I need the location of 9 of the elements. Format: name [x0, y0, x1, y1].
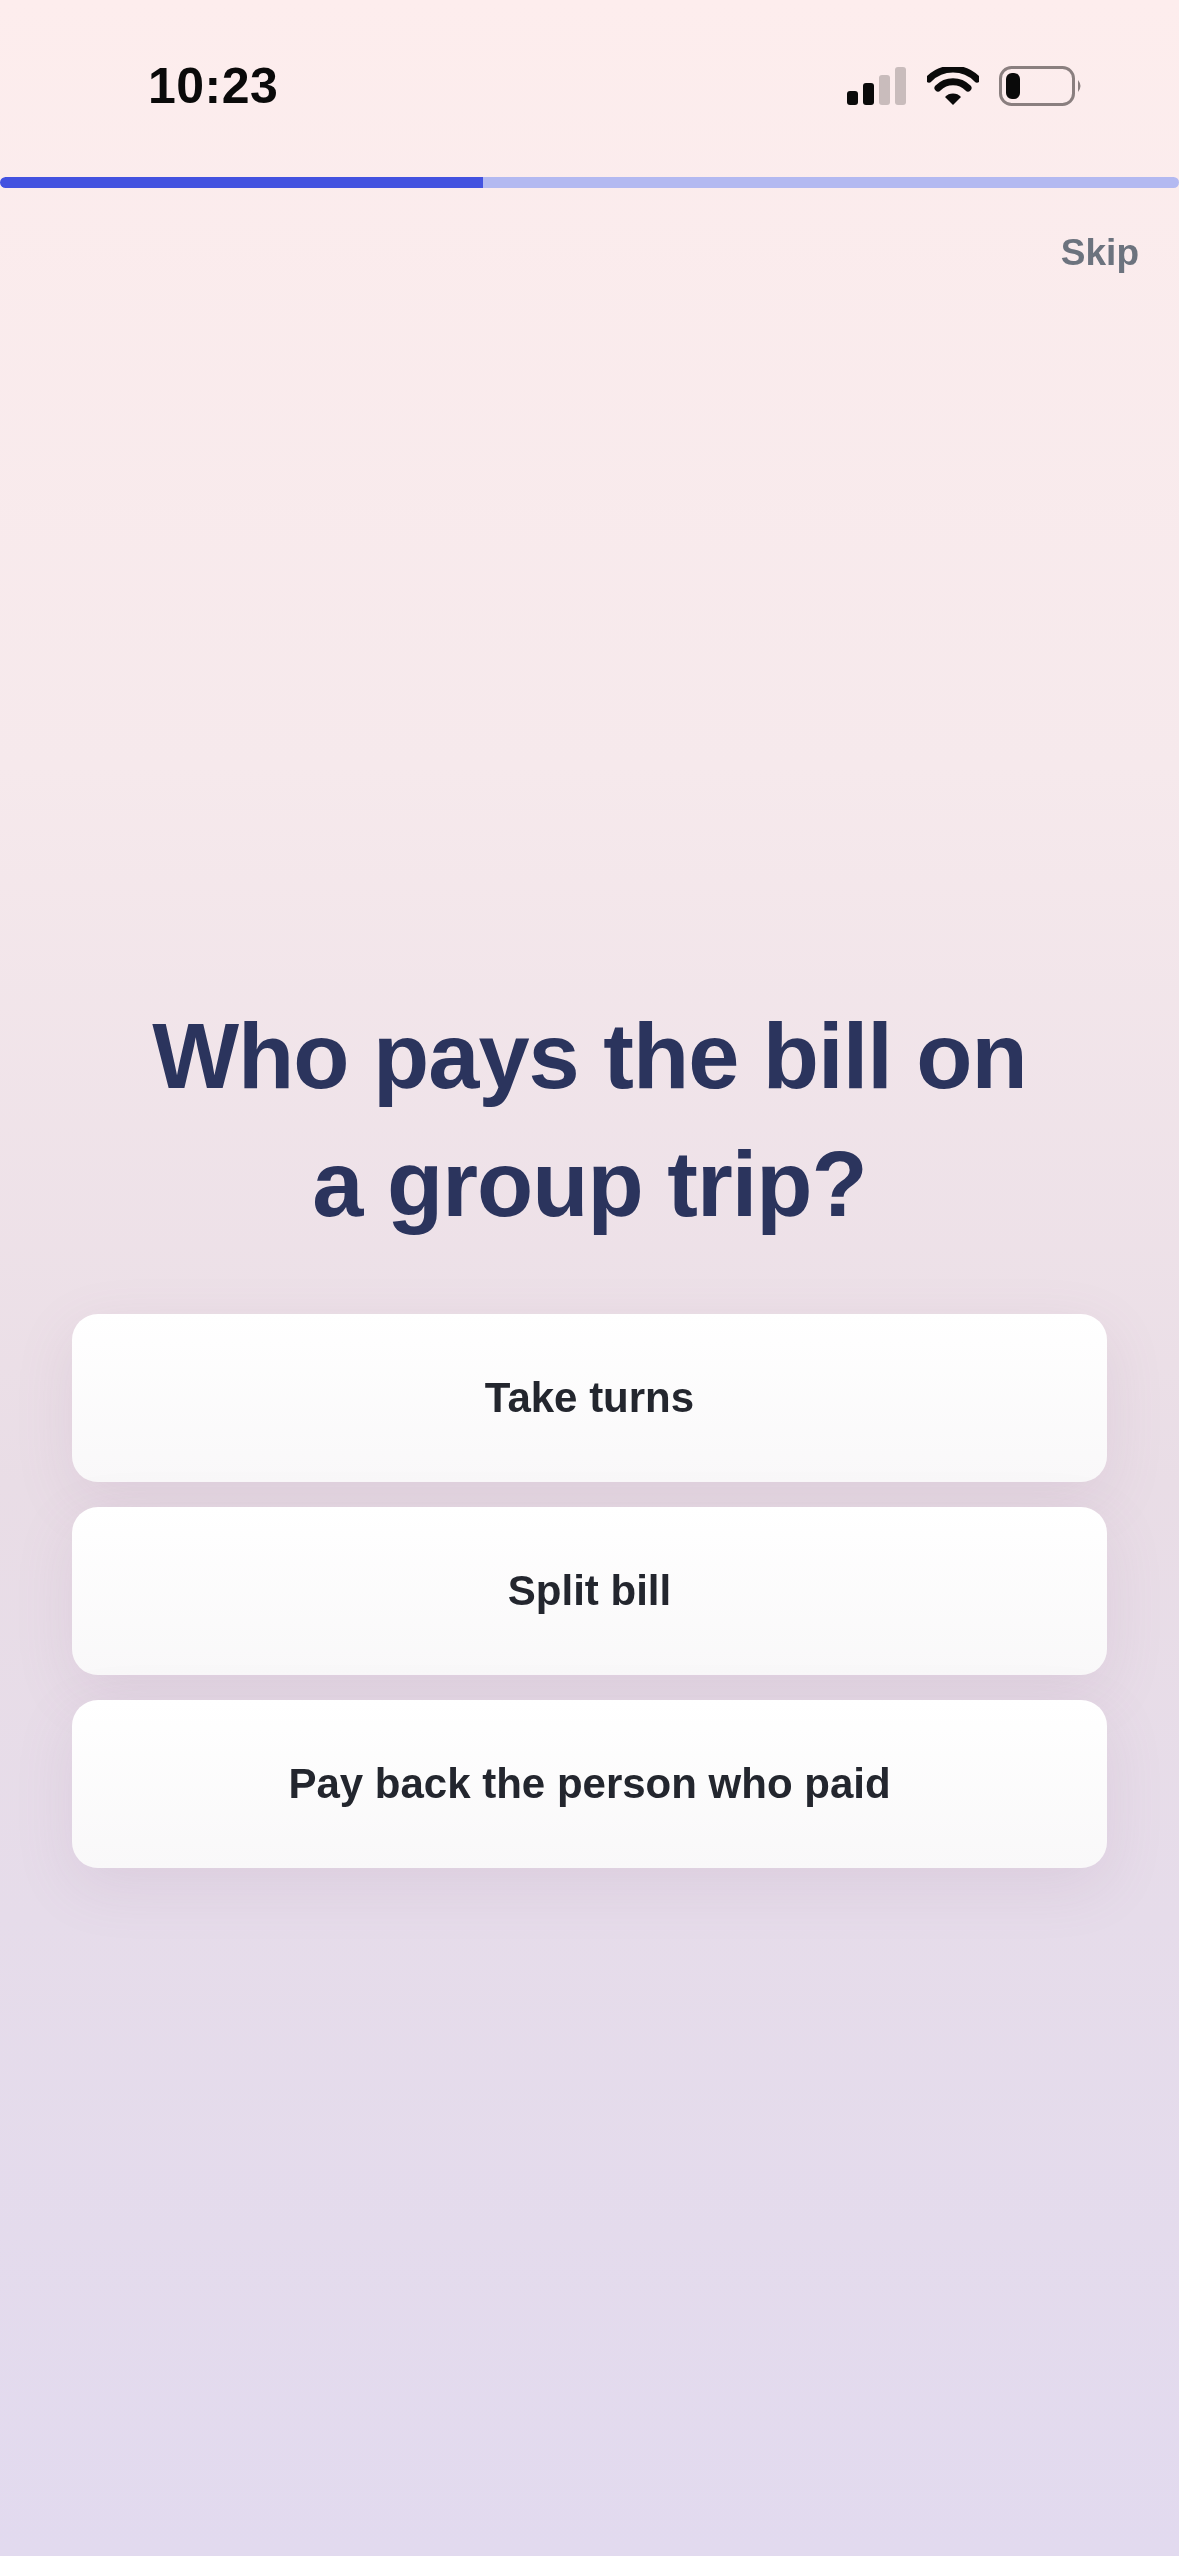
question-title: Who pays the bill on a group trip?	[151, 1004, 1028, 1237]
signal-icon	[847, 66, 907, 105]
wifi-icon	[927, 66, 979, 105]
battery-icon	[999, 65, 1083, 106]
answer-option[interactable]: Take turns	[72, 1314, 1107, 1482]
answer-option[interactable]: Pay back the person who paid	[72, 1700, 1107, 1868]
status-time: 10:23	[148, 56, 279, 115]
answer-option[interactable]: Split bill	[72, 1507, 1107, 1675]
skip-button[interactable]: Skip	[1058, 226, 1141, 280]
